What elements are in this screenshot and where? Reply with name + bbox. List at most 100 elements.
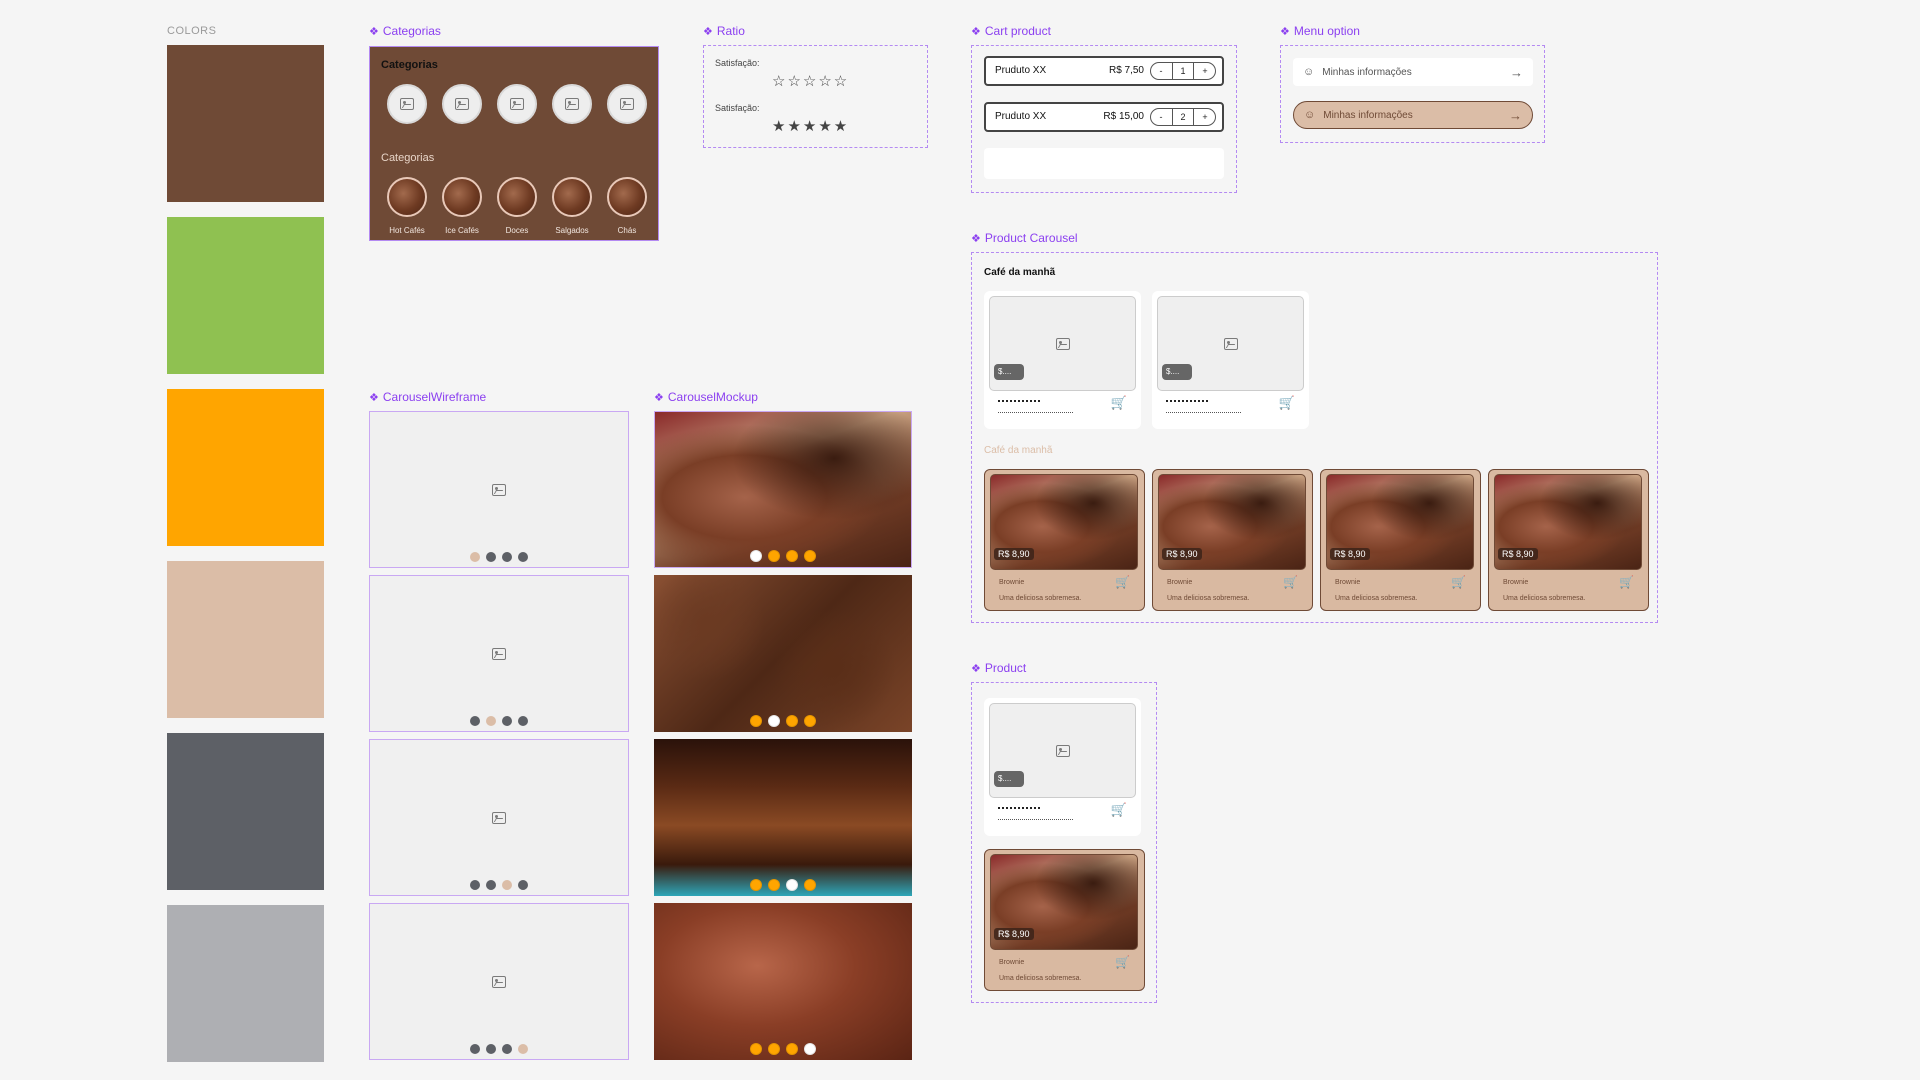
cart-icon[interactable]: 🛒 xyxy=(1111,395,1127,411)
carousel-dot[interactable] xyxy=(786,1043,798,1055)
category-placeholder[interactable] xyxy=(497,84,537,124)
carousel-dot-active[interactable] xyxy=(502,880,512,890)
carousel-wireframe-section-label[interactable]: ❖ CarouselWireframe xyxy=(369,390,486,404)
product-card-wireframe[interactable]: $.... 🛒 xyxy=(1152,291,1309,429)
menu-option-default[interactable]: ☺ Minhas informações → xyxy=(1293,58,1533,86)
product-card[interactable]: R$ 8,90 Brownie Uma deliciosa sobremesa.… xyxy=(984,849,1145,991)
carousel-dot[interactable] xyxy=(750,879,762,891)
carousel-dot[interactable] xyxy=(486,880,496,890)
ratio-section-label[interactable]: ❖ Ratio xyxy=(703,24,745,38)
product-card[interactable]: R$ 8,90 Brownie Uma deliciosa sobremesa.… xyxy=(1488,469,1649,611)
category-placeholder[interactable] xyxy=(387,84,427,124)
cart-icon[interactable]: 🛒 xyxy=(1451,575,1466,589)
arrow-right-icon: → xyxy=(1509,107,1522,123)
product-card-wireframe[interactable]: $.... 🛒 xyxy=(984,291,1141,429)
category-placeholder[interactable] xyxy=(607,84,647,124)
cart-section-label[interactable]: ❖ Cart product xyxy=(971,24,1051,38)
carousel-dot-active[interactable] xyxy=(786,879,798,891)
carousel-dot[interactable] xyxy=(750,1043,762,1055)
rating-stars-empty[interactable]: ☆☆☆☆☆ xyxy=(772,72,849,90)
product-card[interactable]: R$ 8,90 Brownie Uma deliciosa sobremesa.… xyxy=(1152,469,1313,611)
carousel-dot[interactable] xyxy=(486,1044,496,1054)
category-image-doces[interactable] xyxy=(497,177,537,217)
decrement-button[interactable]: - xyxy=(1151,66,1171,76)
category-image-chas[interactable] xyxy=(607,177,647,217)
product-card[interactable]: R$ 8,90 Brownie Uma deliciosa sobremesa.… xyxy=(984,469,1145,611)
category-image-salgados[interactable] xyxy=(552,177,592,217)
carousel-dot-active[interactable] xyxy=(518,1044,528,1054)
carousel-dot[interactable] xyxy=(804,715,816,727)
carousel-dot-active[interactable] xyxy=(486,716,496,726)
image-placeholder-icon xyxy=(492,647,506,660)
product-section-label[interactable]: ❖ Product xyxy=(971,661,1026,675)
component-icon: ❖ xyxy=(1280,25,1290,38)
image-placeholder-icon xyxy=(620,98,634,110)
categorias-title-mockup: Categorias xyxy=(381,152,435,164)
color-swatch-green xyxy=(167,217,324,374)
carousel-dot[interactable] xyxy=(502,1044,512,1054)
carousel-dot-active[interactable] xyxy=(804,1043,816,1055)
cart-icon[interactable]: 🛒 xyxy=(1619,575,1634,589)
carousel-wireframe-slide[interactable] xyxy=(369,575,629,732)
carousel-mockup-section-label[interactable]: ❖ CarouselMockup xyxy=(654,390,758,404)
carousel-dot-active[interactable] xyxy=(750,550,762,562)
carousel-dots xyxy=(655,550,911,562)
cart-empty-row xyxy=(984,148,1224,179)
cart-product-component: Pruduto XX R$ 7,50 - 1 + Pruduto XX R$ 1… xyxy=(971,45,1237,193)
cart-icon[interactable]: 🛒 xyxy=(1115,575,1130,589)
carousel-dot[interactable] xyxy=(502,716,512,726)
carousel-dot[interactable] xyxy=(750,715,762,727)
carousel-mockup-slide[interactable] xyxy=(654,575,912,732)
component-icon: ❖ xyxy=(971,25,981,38)
cart-icon[interactable]: 🛒 xyxy=(1279,395,1295,411)
cart-item-name: Pruduto XX xyxy=(995,65,1047,76)
carousel-mockup-slide[interactable] xyxy=(654,739,912,896)
product-card-wireframe[interactable]: $.... 🛒 xyxy=(984,698,1141,836)
decrement-button[interactable]: - xyxy=(1151,112,1171,122)
carousel-dot[interactable] xyxy=(486,552,496,562)
carousel-dot[interactable] xyxy=(804,550,816,562)
product-name-placeholder xyxy=(1166,400,1208,407)
cart-icon[interactable]: 🛒 xyxy=(1111,802,1127,818)
carousel-mockup-slide[interactable] xyxy=(654,903,912,1060)
menu-section-label[interactable]: ❖ Menu option xyxy=(1280,24,1360,38)
categorias-section-label[interactable]: ❖ Categorias xyxy=(369,24,441,38)
product-carousel-section-label[interactable]: ❖ Product Carousel xyxy=(971,231,1078,245)
carousel-wireframe-slide[interactable] xyxy=(369,903,629,1060)
carousel-dot[interactable] xyxy=(804,879,816,891)
rating-stars-filled[interactable]: ★★★★★ xyxy=(772,117,849,135)
carousel-dot[interactable] xyxy=(768,879,780,891)
category-image-hot-cafes[interactable] xyxy=(387,177,427,217)
cart-icon[interactable]: 🛒 xyxy=(1115,955,1130,969)
carousel-dot[interactable] xyxy=(518,716,528,726)
price-badge: R$ 8,90 xyxy=(1330,548,1370,560)
increment-button[interactable]: + xyxy=(1195,112,1215,122)
carousel-dot[interactable] xyxy=(470,880,480,890)
carousel-wireframe-slide[interactable] xyxy=(369,411,629,568)
increment-button[interactable]: + xyxy=(1195,66,1215,76)
component-icon: ❖ xyxy=(971,662,981,675)
carousel-wireframe-slide[interactable] xyxy=(369,739,629,896)
carousel-dot[interactable] xyxy=(502,552,512,562)
cart-item-name: Pruduto XX xyxy=(995,111,1047,122)
category-placeholder[interactable] xyxy=(552,84,592,124)
carousel-dot[interactable] xyxy=(768,550,780,562)
carousel-dot[interactable] xyxy=(518,552,528,562)
cart-icon[interactable]: 🛒 xyxy=(1283,575,1298,589)
category-placeholder[interactable] xyxy=(442,84,482,124)
carousel-dot[interactable] xyxy=(786,550,798,562)
carousel-title-mockup: Café da manhã xyxy=(984,445,1053,456)
carousel-dot[interactable] xyxy=(470,716,480,726)
carousel-dot-active[interactable] xyxy=(768,715,780,727)
product-card[interactable]: R$ 8,90 Brownie Uma deliciosa sobremesa.… xyxy=(1320,469,1481,611)
carousel-dot-active[interactable] xyxy=(470,552,480,562)
carousel-dot[interactable] xyxy=(786,715,798,727)
carousel-dot[interactable] xyxy=(518,880,528,890)
carousel-dots xyxy=(654,879,912,891)
product-name: Brownie xyxy=(1335,579,1361,586)
carousel-dot[interactable] xyxy=(768,1043,780,1055)
menu-option-active[interactable]: ☺ Minhas informações → xyxy=(1293,101,1533,129)
category-image-ice-cafes[interactable] xyxy=(442,177,482,217)
carousel-dot[interactable] xyxy=(470,1044,480,1054)
carousel-mockup-slide[interactable] xyxy=(654,411,912,568)
